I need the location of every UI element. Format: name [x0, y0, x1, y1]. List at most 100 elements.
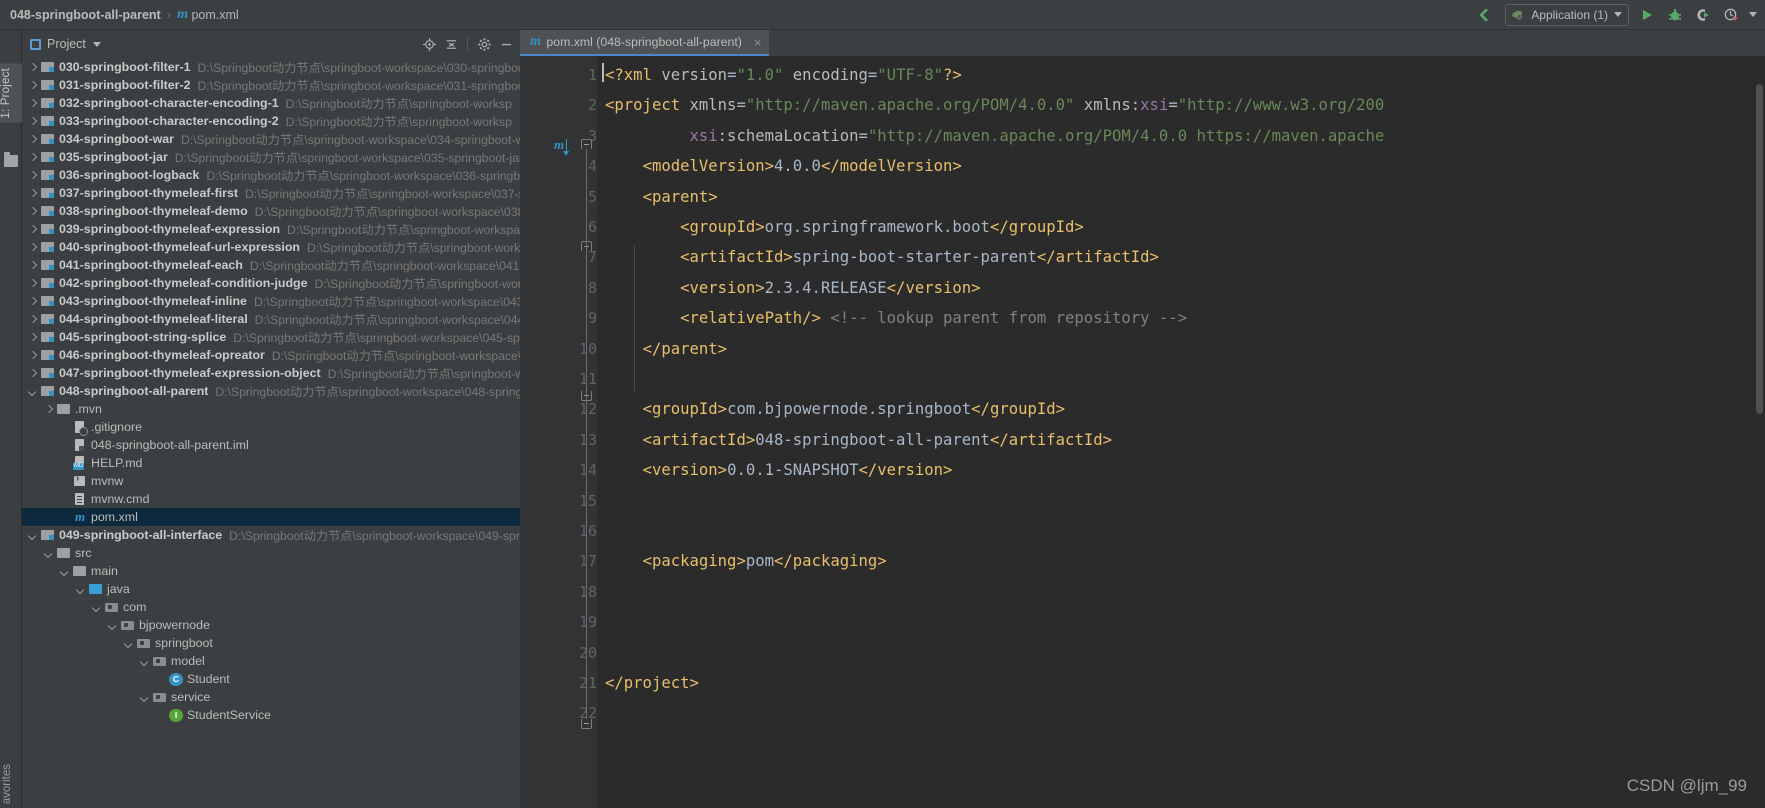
run-icon[interactable]	[1637, 5, 1657, 25]
editor-tab-pom-xml[interactable]: m pom.xml (048-springboot-all-parent) ×	[520, 30, 770, 56]
tree-item-student[interactable]: C Student	[22, 670, 520, 688]
chevron-down-icon[interactable]	[140, 656, 151, 667]
code-token: com.bjpowernode.springboot	[727, 400, 972, 419]
chevron-right-icon[interactable]	[28, 242, 39, 253]
project-panel-title[interactable]: Project	[47, 37, 86, 51]
chevron-right-icon[interactable]	[44, 404, 55, 415]
tree-item-java[interactable]: java	[22, 580, 520, 598]
chevron-right-icon[interactable]	[28, 188, 39, 199]
chevron-down-icon[interactable]	[28, 386, 39, 397]
sidebar-tab-favorites[interactable]: avorites	[1, 764, 21, 804]
code-token: </project>	[605, 674, 699, 692]
tree-item-044-springboot-thymeleaf-literal[interactable]: 044-springboot-thymeleaf-literal D:\Sprin…	[22, 310, 520, 328]
tree-item-033-springboot-character-encoding-2[interactable]: 033-springboot-character-encoding-2 D:\Sp…	[22, 112, 520, 130]
chevron-down-icon[interactable]	[108, 620, 119, 631]
chevron-down-icon[interactable]	[44, 548, 55, 559]
tree-item-src[interactable]: src	[22, 544, 520, 562]
collapse-all-icon[interactable]	[441, 34, 461, 54]
tree-item--gitignore[interactable]: .gitignore	[22, 418, 520, 436]
close-icon[interactable]: ×	[754, 36, 762, 49]
editor-vertical-scrollbar[interactable]	[1754, 82, 1765, 808]
chevron-right-icon[interactable]	[28, 80, 39, 91]
tree-item-springboot[interactable]: springboot	[22, 634, 520, 652]
chevron-down-icon[interactable]	[60, 566, 71, 577]
tree-item--mvn[interactable]: .mvn	[22, 400, 520, 418]
debug-icon[interactable]	[1665, 5, 1685, 25]
tree-item-036-springboot-logback[interactable]: 036-springboot-logback D:\Springboot动力节点\…	[22, 166, 520, 184]
fold-marker-project-end[interactable]	[581, 719, 592, 729]
tree-item-045-springboot-string-splice[interactable]: 045-springboot-string-splice D:\Springboo…	[22, 328, 520, 346]
chevron-right-icon[interactable]	[28, 170, 39, 181]
tree-item-model[interactable]: model	[22, 652, 520, 670]
breadcrumb-file[interactable]: pom.xml	[191, 8, 238, 22]
tree-item-com[interactable]: com	[22, 598, 520, 616]
locate-icon[interactable]	[419, 34, 439, 54]
tree-item-help-md[interactable]: HELP.md	[22, 454, 520, 472]
tree-item-046-springboot-thymeleaf-opreator[interactable]: 046-springboot-thymeleaf-opreator D:\Spri…	[22, 346, 520, 364]
tree-item-031-springboot-filter-2[interactable]: 031-springboot-filter-2 D:\Springboot动力节点…	[22, 76, 520, 94]
more-actions-chevron-down-icon[interactable]	[1749, 12, 1757, 17]
gitignore-icon	[73, 420, 88, 436]
chevron-right-icon[interactable]	[28, 62, 39, 73]
chevron-right-icon[interactable]	[28, 314, 39, 325]
tree-item-048-springboot-all-parent-iml[interactable]: 048-springboot-all-parent.iml	[22, 436, 520, 454]
tree-item-bjpowernode[interactable]: bjpowernode	[22, 616, 520, 634]
chevron-right-icon[interactable]	[28, 116, 39, 127]
tree-item-035-springboot-jar[interactable]: 035-springboot-jar D:\Springboot动力节点\spri…	[22, 148, 520, 166]
tree-item-040-springboot-thymeleaf-url-expression[interactable]: 040-springboot-thymeleaf-url-expression D…	[22, 238, 520, 256]
tree-item-041-springboot-thymeleaf-each[interactable]: 041-springboot-thymeleaf-each D:\Springbo…	[22, 256, 520, 274]
chevron-down-icon[interactable]	[124, 638, 135, 649]
code-token: :schemaLocation	[717, 126, 859, 145]
project-tree[interactable]: 030-springboot-filter-1 D:\Springboot动力节点…	[22, 58, 520, 808]
chevron-down-icon[interactable]	[92, 41, 101, 47]
code-line-7: <artifactId>spring-boot-starter-parent</…	[605, 242, 1159, 272]
chevron-right-icon[interactable]	[28, 260, 39, 271]
code-lines[interactable]: <?xml version="1.0" encoding="UTF-8"?> <p…	[597, 56, 1765, 808]
tree-item-032-springboot-character-encoding-1[interactable]: 032-springboot-character-encoding-1 D:\Sp…	[22, 94, 520, 112]
code-area[interactable]: 1 2 3 4 5 6 7 8 9 10 11 12 13 14 15 16 17 18 19 20 21 22 m <?…	[520, 56, 1765, 808]
chevron-right-icon[interactable]	[28, 332, 39, 343]
tree-item-main[interactable]: main	[22, 562, 520, 580]
tree-item-mvnw-cmd[interactable]: mvnw.cmd	[22, 490, 520, 508]
run-configuration-selector[interactable]: Application (1)	[1505, 3, 1629, 26]
chevron-right-icon[interactable]	[28, 350, 39, 361]
run-with-coverage-icon[interactable]	[1693, 5, 1713, 25]
fold-column[interactable]	[577, 56, 597, 808]
hide-panel-icon[interactable]	[496, 34, 516, 54]
tree-item-049-springboot-all-interface[interactable]: 049-springboot-all-interface D:\Springboo…	[22, 526, 520, 544]
tree-item-042-springboot-thymeleaf-condition-judge[interactable]: 042-springboot-thymeleaf-condition-judge…	[22, 274, 520, 292]
tree-item-039-springboot-thymeleaf-expression[interactable]: 039-springboot-thymeleaf-expression D:\Sp…	[22, 220, 520, 238]
chevron-right-icon[interactable]	[28, 206, 39, 217]
tree-item-service[interactable]: service	[22, 688, 520, 706]
chevron-right-icon[interactable]	[28, 296, 39, 307]
tree-item-studentservice[interactable]: I StudentService	[22, 706, 520, 724]
structure-folder-icon[interactable]	[4, 152, 18, 167]
chevron-right-icon[interactable]	[28, 278, 39, 289]
tree-item-047-springboot-thymeleaf-expression-object[interactable]: 047-springboot-thymeleaf-expression-obje…	[22, 364, 520, 382]
chevron-down-icon[interactable]	[76, 584, 87, 595]
fold-marker-project[interactable]	[581, 139, 592, 149]
tree-item-043-springboot-thymeleaf-inline[interactable]: 043-springboot-thymeleaf-inline D:\Spring…	[22, 292, 520, 310]
tree-item-030-springboot-filter-1[interactable]: 030-springboot-filter-1 D:\Springboot动力节点…	[22, 58, 520, 76]
chevron-right-icon[interactable]	[28, 134, 39, 145]
sidebar-tab-project[interactable]: 1: Project	[0, 64, 22, 123]
tree-item-pom-xml[interactable]: m pom.xml	[22, 508, 520, 526]
settings-gear-icon[interactable]	[474, 34, 494, 54]
chevron-right-icon[interactable]	[28, 224, 39, 235]
chevron-right-icon[interactable]	[28, 152, 39, 163]
pointer-arrow-icon[interactable]	[1477, 5, 1497, 25]
profiler-icon[interactable]	[1721, 5, 1741, 25]
tree-item-037-springboot-thymeleaf-first[interactable]: 037-springboot-thymeleaf-first D:\Springb…	[22, 184, 520, 202]
chevron-down-icon[interactable]	[140, 692, 151, 703]
scrollbar-thumb[interactable]	[1756, 84, 1763, 414]
chevron-right-icon[interactable]	[28, 368, 39, 379]
tree-item-mvnw[interactable]: mvnw	[22, 472, 520, 490]
tree-item-038-springboot-thymeleaf-demo[interactable]: 038-springboot-thymeleaf-demo D:\Springbo…	[22, 202, 520, 220]
tree-item-048-springboot-all-parent[interactable]: 048-springboot-all-parent D:\Springboot动力…	[22, 382, 520, 400]
breadcrumb-project[interactable]: 048-springboot-all-parent	[10, 8, 161, 22]
chevron-down-icon[interactable]	[92, 602, 103, 613]
chevron-down-icon[interactable]	[28, 530, 39, 541]
chevron-right-icon[interactable]	[28, 98, 39, 109]
tree-item-034-springboot-war[interactable]: 034-springboot-war D:\Springboot动力节点\spri…	[22, 130, 520, 148]
